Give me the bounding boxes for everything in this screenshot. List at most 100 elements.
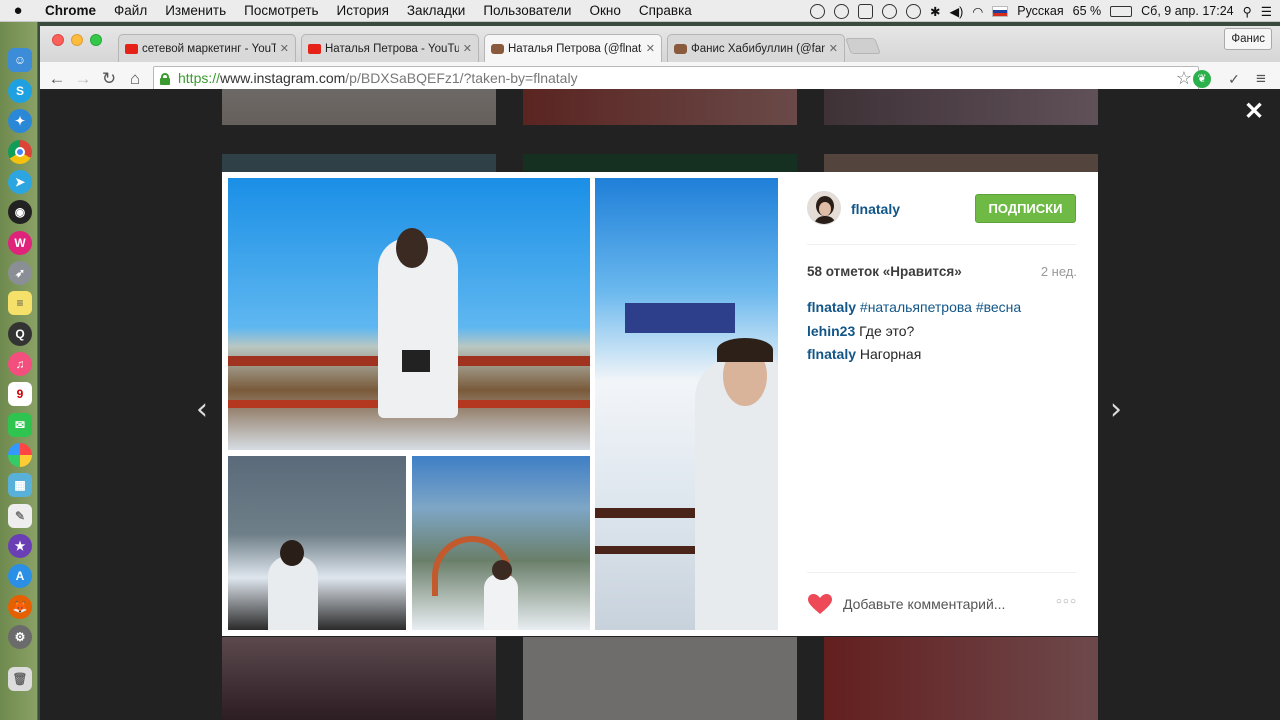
next-post-icon[interactable]: ›	[1110, 392, 1122, 427]
r-app-icon[interactable]	[858, 3, 874, 19]
instagram-icon	[491, 43, 504, 54]
post-modal: flnataly ПОДПИСКИ 58 отметок «Нравится» …	[222, 172, 1098, 636]
tab-youtube-network-marketing[interactable]: сетевой маркетинг - YouTube ✕	[118, 34, 296, 62]
post-time-ago[interactable]: 2 нед.	[1041, 264, 1077, 279]
tab-close-icon[interactable]: ✕	[280, 42, 289, 55]
evernote-extension-icon[interactable]: ❦	[1193, 70, 1211, 88]
telegram-icon[interactable]: ➤	[8, 170, 32, 194]
calendar-icon[interactable]: 9	[8, 382, 32, 406]
comments-list: flnataly #натальяпетрова #весна lehin23 …	[807, 299, 1077, 370]
notes-icon[interactable]: ≡	[8, 291, 32, 315]
russian-flag-icon[interactable]	[992, 5, 1009, 17]
textedit-icon[interactable]: ✎	[8, 504, 32, 528]
lock-icon	[160, 73, 170, 85]
profile-button[interactable]: Фанис	[1224, 28, 1272, 50]
minimize-window-button[interactable]	[71, 34, 83, 46]
checkmark-extension-icon[interactable]: ✓	[1223, 68, 1245, 90]
close-window-button[interactable]	[52, 34, 64, 46]
home-icon[interactable]: ⌂	[124, 68, 146, 90]
bluetooth-icon[interactable]: ✱	[930, 4, 940, 19]
previous-post-icon[interactable]: ‹	[196, 392, 208, 427]
tab-close-icon[interactable]: ✕	[646, 42, 655, 55]
menu-history[interactable]: История	[328, 3, 398, 18]
like-heart-icon[interactable]	[807, 593, 833, 615]
url-text[interactable]: https://www.instagram.com/p/BDXSaBQEFz1/…	[178, 70, 578, 86]
comment-username-link[interactable]: lehin23	[807, 323, 855, 339]
url-scheme: https://	[178, 70, 221, 86]
back-icon[interactable]: ←	[46, 68, 68, 90]
user-avatar[interactable]	[807, 191, 841, 225]
menu-edit[interactable]: Изменить	[156, 3, 235, 18]
collage-photo-woman-bridge-walk	[412, 456, 590, 630]
battery-percent[interactable]: 65 %	[1073, 4, 1102, 18]
menu-app-name[interactable]: Chrome	[36, 3, 105, 18]
keyboard-layout-label[interactable]: Русская	[1017, 4, 1063, 18]
tab-close-icon[interactable]: ✕	[463, 42, 472, 55]
tab-close-icon[interactable]: ✕	[829, 42, 838, 55]
address-bar[interactable]: https://www.instagram.com/p/BDXSaBQEFz1/…	[153, 66, 1199, 91]
comment-item: flnataly Нагорная	[807, 346, 1077, 370]
new-tab-button[interactable]	[845, 38, 881, 54]
tab-instagram-natalya[interactable]: Наталья Петрова (@flnataly) ✕	[484, 34, 662, 62]
clock[interactable]: Сб, 9 апр. 17:24	[1141, 4, 1233, 18]
menu-file[interactable]: Файл	[105, 3, 156, 18]
safari-icon[interactable]: ✦	[8, 109, 32, 133]
zoom-window-button[interactable]	[90, 34, 102, 46]
quicktime-icon[interactable]: Q	[8, 322, 32, 346]
time-machine-icon[interactable]	[906, 3, 922, 19]
add-comment-input[interactable]: Добавьте комментарий...	[843, 596, 1005, 612]
forward-icon[interactable]: →	[72, 68, 94, 90]
skype-icon[interactable]: S	[8, 79, 32, 103]
tab-youtube-natalya[interactable]: Наталья Петрова - YouTube ✕	[301, 34, 479, 62]
close-modal-icon[interactable]: ✕	[1244, 97, 1264, 126]
firefox-icon[interactable]: 🦊	[8, 595, 32, 619]
chrome-menu-icon[interactable]: ≡	[1250, 68, 1272, 90]
record-icon[interactable]	[834, 3, 850, 19]
menu-view[interactable]: Посмотреть	[235, 3, 327, 18]
likes-count[interactable]: 58 отметок «Нравится»	[807, 264, 962, 279]
menu-window[interactable]: Окно	[580, 3, 629, 18]
status-icon-2[interactable]	[882, 3, 898, 19]
post-photo-collage[interactable]	[228, 178, 778, 630]
w-app-icon[interactable]: W	[8, 231, 32, 255]
collage-photo-woman-back	[228, 456, 406, 630]
comment-text[interactable]: #натальяпетрова #весна	[860, 299, 1021, 315]
spotlight-icon[interactable]: ⚲	[1243, 4, 1252, 19]
itunes-icon[interactable]: ♫	[8, 352, 32, 376]
menu-bookmarks[interactable]: Закладки	[398, 3, 474, 18]
post-username-link[interactable]: flnataly	[851, 201, 900, 217]
battery-icon[interactable]	[1110, 5, 1133, 17]
obs-icon[interactable]: ◉	[8, 200, 32, 224]
menu-users[interactable]: Пользователи	[474, 3, 580, 18]
apple-menu-icon[interactable]: ●	[0, 2, 36, 19]
more-options-icon[interactable]: ○○○	[1056, 596, 1077, 607]
image-app-icon[interactable]: ▦	[8, 473, 32, 497]
tab-title: Фанис Хабибуллин (@fanis)	[691, 42, 825, 55]
volume-icon[interactable]: ◀)	[950, 4, 964, 19]
comment-username-link[interactable]: flnataly	[807, 346, 856, 362]
following-button[interactable]: ПОДПИСКИ	[975, 194, 1076, 223]
tab-title: сетевой маркетинг - YouTube	[142, 42, 276, 55]
wifi-icon[interactable]: ◠	[972, 4, 983, 19]
chrome-icon[interactable]	[8, 140, 32, 164]
notification-center-icon[interactable]: ☰	[1261, 4, 1272, 19]
messages-icon[interactable]: ✉	[8, 413, 32, 437]
bookmark-star-icon[interactable]: ☆	[1176, 68, 1192, 89]
app-store-icon[interactable]: A	[8, 564, 32, 588]
comment-item: flnataly #натальяпетрова #весна	[807, 299, 1077, 323]
comment-username-link[interactable]: flnataly	[807, 299, 856, 315]
tab-instagram-fanis[interactable]: Фанис Хабибуллин (@fanis) ✕	[667, 34, 845, 62]
url-path: /p/BDXSaBQEFz1/?taken-by=flnataly	[345, 70, 578, 86]
instagram-icon	[674, 43, 687, 54]
finder-icon[interactable]: ☺	[8, 48, 32, 72]
system-preferences-icon[interactable]: ⚙	[8, 625, 32, 649]
tab-strip: сетевой маркетинг - YouTube ✕ Наталья Пе…	[40, 26, 1280, 62]
status-icon-1[interactable]	[810, 3, 826, 19]
trash-icon[interactable]: 🗑	[8, 667, 32, 691]
reload-icon[interactable]: ↻	[98, 68, 120, 90]
launchpad-icon[interactable]: ➶	[8, 261, 32, 285]
tab-title: Наталья Петрова (@flnataly)	[508, 42, 642, 55]
menu-help[interactable]: Справка	[630, 3, 701, 18]
photos-icon[interactable]	[8, 443, 32, 467]
imovie-icon[interactable]: ★	[8, 534, 32, 558]
